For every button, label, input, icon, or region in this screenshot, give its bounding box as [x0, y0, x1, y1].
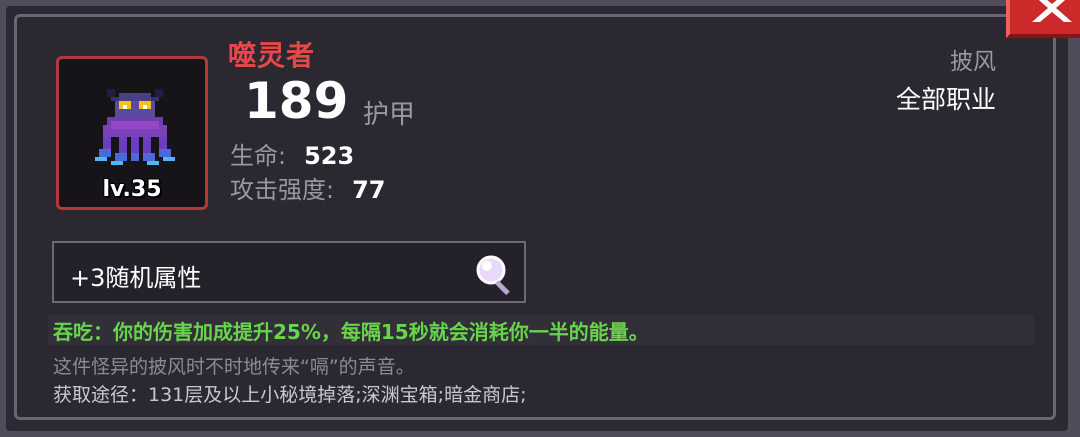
stat-row-attack: 攻击强度: 77: [230, 170, 386, 205]
cloak-monster-sprite: [95, 89, 175, 165]
stat-label: 生命:: [230, 142, 287, 170]
item-special-effect: 吞吃：你的伤害加成提升25%，每隔15秒就会消耗你一半的能量。: [53, 320, 649, 344]
item-name: 噬灵者: [228, 39, 316, 72]
item-flavor-text: 这件怪异的披风时不时地传来“嗝”的声音。: [53, 356, 415, 378]
random-attributes-box[interactable]: +3随机属性: [52, 241, 526, 303]
item-icon-slot[interactable]: lv.35: [56, 56, 208, 210]
item-level: lv.35: [102, 177, 162, 202]
armor-value: 189: [244, 72, 349, 130]
job-class-restriction: 全部职业: [895, 85, 996, 114]
close-icon: [1032, 0, 1072, 22]
random-attributes-label: +3随机属性: [70, 264, 202, 292]
equipment-slot-type: 披风: [950, 49, 996, 75]
stat-value: 523: [304, 142, 355, 170]
close-button[interactable]: [1006, 0, 1080, 38]
stat-value: 77: [352, 176, 386, 204]
stat-row-health: 生命: 523: [230, 136, 354, 171]
armor-label: 护甲: [363, 100, 416, 130]
magnifier-icon[interactable]: [472, 251, 520, 299]
stat-label: 攻击强度:: [230, 176, 335, 204]
item-acquisition-source: 获取途径：131层及以上小秘境掉落;深渊宝箱;暗金商店;: [53, 384, 527, 406]
